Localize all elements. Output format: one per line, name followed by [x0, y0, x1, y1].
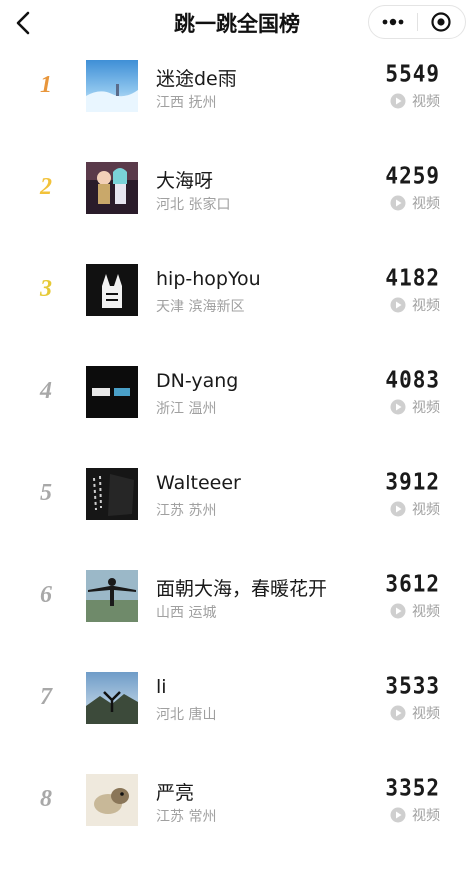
- player-score: 3612: [385, 570, 440, 598]
- list-item[interactable]: 8 严亮 江苏 常州 3352 视频: [0, 768, 474, 870]
- player-name: 大海呀: [156, 170, 214, 192]
- avatar: [86, 468, 138, 520]
- nav-bar: 跳一跳全国榜: [0, 0, 474, 46]
- video-label: 视频: [412, 400, 440, 416]
- player-score: 5549: [385, 60, 440, 88]
- video-label: 视频: [412, 808, 440, 824]
- player-name: 面朝大海，春暖花开: [156, 578, 328, 600]
- video-label: 视频: [412, 196, 440, 212]
- video-label: 视频: [412, 706, 440, 722]
- player-score: 4259: [385, 162, 440, 190]
- video-button[interactable]: 视频: [390, 92, 440, 110]
- player-name: DN-yang: [156, 370, 239, 392]
- avatar: [86, 264, 138, 316]
- list-item[interactable]: 4 DN-yang 浙江 温州 4083 视频: [0, 360, 474, 462]
- play-icon: [390, 195, 406, 211]
- rank-number: 8: [40, 786, 52, 812]
- player-location: 河北 唐山: [156, 707, 217, 723]
- avatar: [86, 162, 138, 214]
- player-location: 江苏 常州: [156, 809, 217, 825]
- play-icon: [390, 93, 406, 109]
- rank-number: 4: [40, 378, 52, 404]
- avatar: [86, 366, 138, 418]
- video-button[interactable]: 视频: [390, 398, 440, 416]
- list-item[interactable]: 1 迷途de雨 江西 抚州 5549 视频: [0, 54, 474, 156]
- play-icon: [390, 297, 406, 313]
- video-label: 视频: [412, 604, 440, 620]
- avatar: [86, 60, 138, 112]
- player-name: 严亮: [156, 782, 195, 804]
- play-icon: [390, 501, 406, 517]
- rank-number: 3: [40, 276, 52, 302]
- list-item[interactable]: 6 面朝大海，春暖花开 山西 运城 3612 视频: [0, 564, 474, 666]
- video-button[interactable]: 视频: [390, 194, 440, 212]
- avatar: [86, 570, 138, 622]
- back-arrow-icon: [16, 11, 30, 35]
- player-score: 3352: [385, 774, 440, 802]
- player-name: 迷途de雨: [156, 68, 237, 90]
- player-name: li: [156, 676, 167, 698]
- more-button[interactable]: [369, 6, 417, 38]
- player-location: 天津 滨海新区: [156, 299, 245, 315]
- video-button[interactable]: 视频: [390, 296, 440, 314]
- video-label: 视频: [412, 502, 440, 518]
- mini-program-capsule: [368, 5, 466, 39]
- rank-number: 2: [40, 174, 52, 200]
- player-location: 浙江 温州: [156, 401, 217, 417]
- player-location: 山西 运城: [156, 605, 217, 621]
- player-name: Walteeer: [156, 472, 241, 494]
- close-button[interactable]: [418, 6, 466, 38]
- video-button[interactable]: 视频: [390, 602, 440, 620]
- video-button[interactable]: 视频: [390, 704, 440, 722]
- player-name: hip-hopYou: [156, 268, 261, 290]
- rank-number: 7: [40, 684, 52, 710]
- video-label: 视频: [412, 94, 440, 110]
- play-icon: [390, 399, 406, 415]
- play-icon: [390, 603, 406, 619]
- player-score: 4182: [385, 264, 440, 292]
- player-score: 3533: [385, 672, 440, 700]
- more-dots-icon: [382, 18, 404, 26]
- player-location: 河北 张家口: [156, 197, 231, 213]
- player-location: 江苏 苏州: [156, 503, 217, 519]
- back-button[interactable]: [6, 6, 40, 40]
- list-item[interactable]: 7 li 河北 唐山 3533 视频: [0, 666, 474, 768]
- video-button[interactable]: 视频: [390, 806, 440, 824]
- list-item[interactable]: 3 hip-hopYou 天津 滨海新区 4182 视频: [0, 258, 474, 360]
- avatar: [86, 774, 138, 826]
- player-location: 江西 抚州: [156, 95, 217, 111]
- video-label: 视频: [412, 298, 440, 314]
- rank-number: 5: [40, 480, 52, 506]
- player-score: 4083: [385, 366, 440, 394]
- play-icon: [390, 705, 406, 721]
- rank-number: 1: [40, 72, 52, 98]
- video-button[interactable]: 视频: [390, 500, 440, 518]
- target-close-icon: [431, 12, 451, 32]
- list-item[interactable]: 5 Walteeer 江苏 苏州 3912 视频: [0, 462, 474, 564]
- avatar: [86, 672, 138, 724]
- play-icon: [390, 807, 406, 823]
- rank-number: 6: [40, 582, 52, 608]
- player-score: 3912: [385, 468, 440, 496]
- list-item[interactable]: 2 大海呀 河北 张家口 4259 视频: [0, 156, 474, 258]
